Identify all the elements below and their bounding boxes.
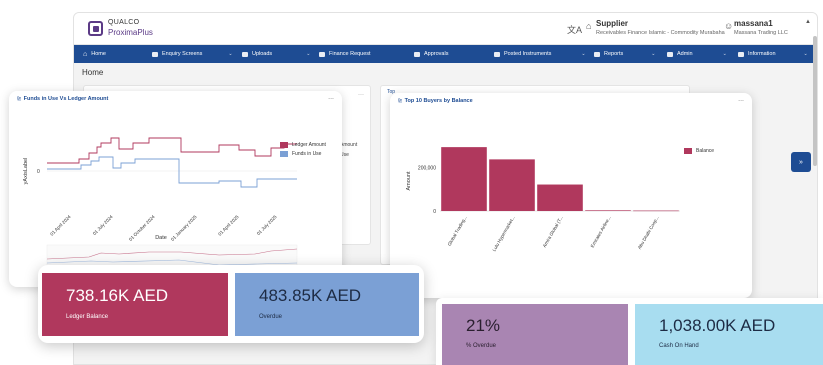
role-label[interactable]: Supplier bbox=[596, 19, 628, 28]
main-navigation: ⌂ Home Enquiry Screens ⌄ Uploads ⌄ Finance … bbox=[74, 45, 817, 63]
chevron-down-icon: ⌄ bbox=[722, 51, 727, 57]
bar[interactable] bbox=[489, 159, 535, 211]
bar[interactable] bbox=[633, 210, 679, 212]
x-tick-label: Global Trading... bbox=[447, 215, 468, 247]
x-tick-label: 01 January 2025 bbox=[170, 214, 198, 242]
user-icon: ☺ bbox=[724, 21, 734, 31]
bar[interactable] bbox=[585, 210, 631, 211]
more-icon[interactable]: ··· bbox=[358, 92, 364, 98]
kpi-label: Overdue bbox=[259, 314, 283, 320]
legend-swatch bbox=[684, 148, 692, 154]
folder-icon bbox=[667, 51, 673, 57]
kpi-label: Cash On Hand bbox=[659, 343, 699, 349]
nav-item-uploads[interactable]: Uploads ⌄ bbox=[242, 45, 310, 63]
x-tick-label: 01 April 2025 bbox=[217, 214, 240, 237]
folder-icon bbox=[242, 51, 248, 57]
nav-item-information[interactable]: Information ⌄ bbox=[738, 45, 808, 63]
nav-item-home[interactable]: ⌂ Home bbox=[83, 45, 106, 63]
nav-item-enquiry[interactable]: Enquiry Screens ⌄ bbox=[152, 45, 233, 63]
kpi-value: 483.85K AED bbox=[259, 286, 362, 305]
building-icon: ⌂ bbox=[586, 21, 592, 31]
buyers-chart-card: ⊵ Top 10 Buyers by Balance ... Amount 0 20… bbox=[390, 93, 752, 298]
folder-icon bbox=[414, 51, 420, 57]
home-icon: ⌂ bbox=[83, 50, 88, 58]
page-title: Home bbox=[82, 68, 104, 77]
legend-swatch bbox=[280, 151, 288, 157]
kpi-pct-overdue[interactable]: 21% % Overdue bbox=[442, 304, 628, 365]
kpi-value: 738.16K AED bbox=[66, 286, 169, 305]
legend-peek-label: Amount bbox=[340, 142, 358, 148]
buyers-bar-chart: Amount 0 200,000 Global Trading... Lulu Hyp… bbox=[406, 147, 680, 252]
x-tick-label: Amira Global (T... bbox=[542, 215, 564, 248]
y-tick-label: 0 bbox=[433, 209, 436, 215]
bar[interactable] bbox=[441, 147, 487, 211]
folder-icon bbox=[319, 51, 325, 57]
kpi-cash-on-hand[interactable]: 1,038.00K AED Cash On Hand bbox=[635, 304, 823, 365]
user-organization: Massana Trading LLC bbox=[734, 30, 788, 36]
kpi-value: 1,038.00K AED bbox=[659, 316, 776, 335]
kpi-label: Ledger Balance bbox=[66, 314, 109, 320]
x-tick-label: 01 April 2024 bbox=[49, 214, 72, 237]
chevron-down-icon: ⌄ bbox=[581, 51, 586, 57]
bar[interactable] bbox=[537, 184, 583, 211]
legend-swatch bbox=[280, 142, 288, 148]
y-axis-label: Amount bbox=[406, 171, 412, 190]
chevron-up-icon[interactable]: ▲ bbox=[805, 19, 811, 25]
folder-icon bbox=[594, 51, 600, 57]
legend-item-ledger[interactable]: Ledger Amount bbox=[280, 142, 326, 148]
x-tick-label: 01 July 2025 bbox=[256, 214, 278, 236]
funds-line-chart: 0 yAxisLabel 01 April 2024 01 July 2024 … bbox=[23, 137, 298, 268]
kpi-label: % Overdue bbox=[466, 343, 497, 349]
user-name[interactable]: massana1 bbox=[734, 19, 773, 28]
nav-item-reports[interactable]: Reports ⌄ bbox=[594, 45, 655, 63]
chevron-down-icon: ⌄ bbox=[228, 51, 233, 57]
nav-item-admin[interactable]: Admin ⌄ bbox=[667, 45, 727, 63]
chart-legend: Balance bbox=[684, 148, 714, 157]
x-axis-label: Date bbox=[155, 235, 167, 241]
kpi-value: 21% bbox=[466, 316, 501, 335]
language-icon[interactable]: 文A bbox=[567, 23, 582, 36]
folder-icon bbox=[494, 51, 500, 57]
role-program: Receivables Finance Islamic - Commodity … bbox=[596, 30, 725, 36]
x-tick-label: 01 October 2024 bbox=[128, 214, 156, 242]
nav-item-approvals[interactable]: Approvals bbox=[414, 45, 448, 63]
legend-item-balance[interactable]: Balance bbox=[684, 148, 714, 154]
y-axis-label: yAxisLabel bbox=[23, 158, 29, 185]
nav-item-finance-request[interactable]: Finance Request bbox=[319, 45, 371, 63]
folder-icon bbox=[738, 51, 744, 57]
chevron-down-icon: ⌄ bbox=[803, 51, 808, 57]
folder-icon bbox=[152, 51, 158, 57]
chevron-down-icon: ⌄ bbox=[306, 51, 311, 57]
nav-item-posted-instruments[interactable]: Posted Instruments ⌄ bbox=[494, 45, 586, 63]
expand-sidebar-button[interactable]: » bbox=[791, 152, 811, 172]
y-tick-label: 0 bbox=[37, 169, 40, 175]
x-tick-label: Lulu Hypermarket... bbox=[491, 215, 515, 252]
product-name: ProximaPlus bbox=[108, 28, 153, 37]
x-tick-label: Abu Dhabi Coop... bbox=[637, 215, 660, 250]
kpi-ledger-balance[interactable]: 738.16K AED Ledger Balance bbox=[42, 273, 228, 336]
kpi-overdue[interactable]: 483.85K AED Overdue bbox=[235, 273, 419, 336]
y-tick-label: 200,000 bbox=[418, 165, 436, 171]
chevron-down-icon: ⌄ bbox=[651, 51, 656, 57]
chart-legend: Ledger Amount Funds in Use bbox=[280, 142, 326, 160]
top-bar: QUALCO ProximaPlus 文A ⌂ Supplier Receiva… bbox=[74, 13, 817, 45]
series-line-funds bbox=[47, 156, 297, 188]
brand-name: QUALCO bbox=[108, 19, 140, 26]
x-tick-label: 01 July 2024 bbox=[92, 214, 114, 236]
brand-logo-icon[interactable] bbox=[88, 21, 103, 36]
scrollbar-thumb[interactable] bbox=[813, 36, 817, 166]
legend-item-funds[interactable]: Funds in Use bbox=[280, 151, 326, 157]
funds-chart-card: ⊵ Funds in Use Vs Ledger Amount ... 0 yAx… bbox=[9, 91, 342, 287]
x-tick-label: Emirates Airline... bbox=[590, 215, 612, 248]
